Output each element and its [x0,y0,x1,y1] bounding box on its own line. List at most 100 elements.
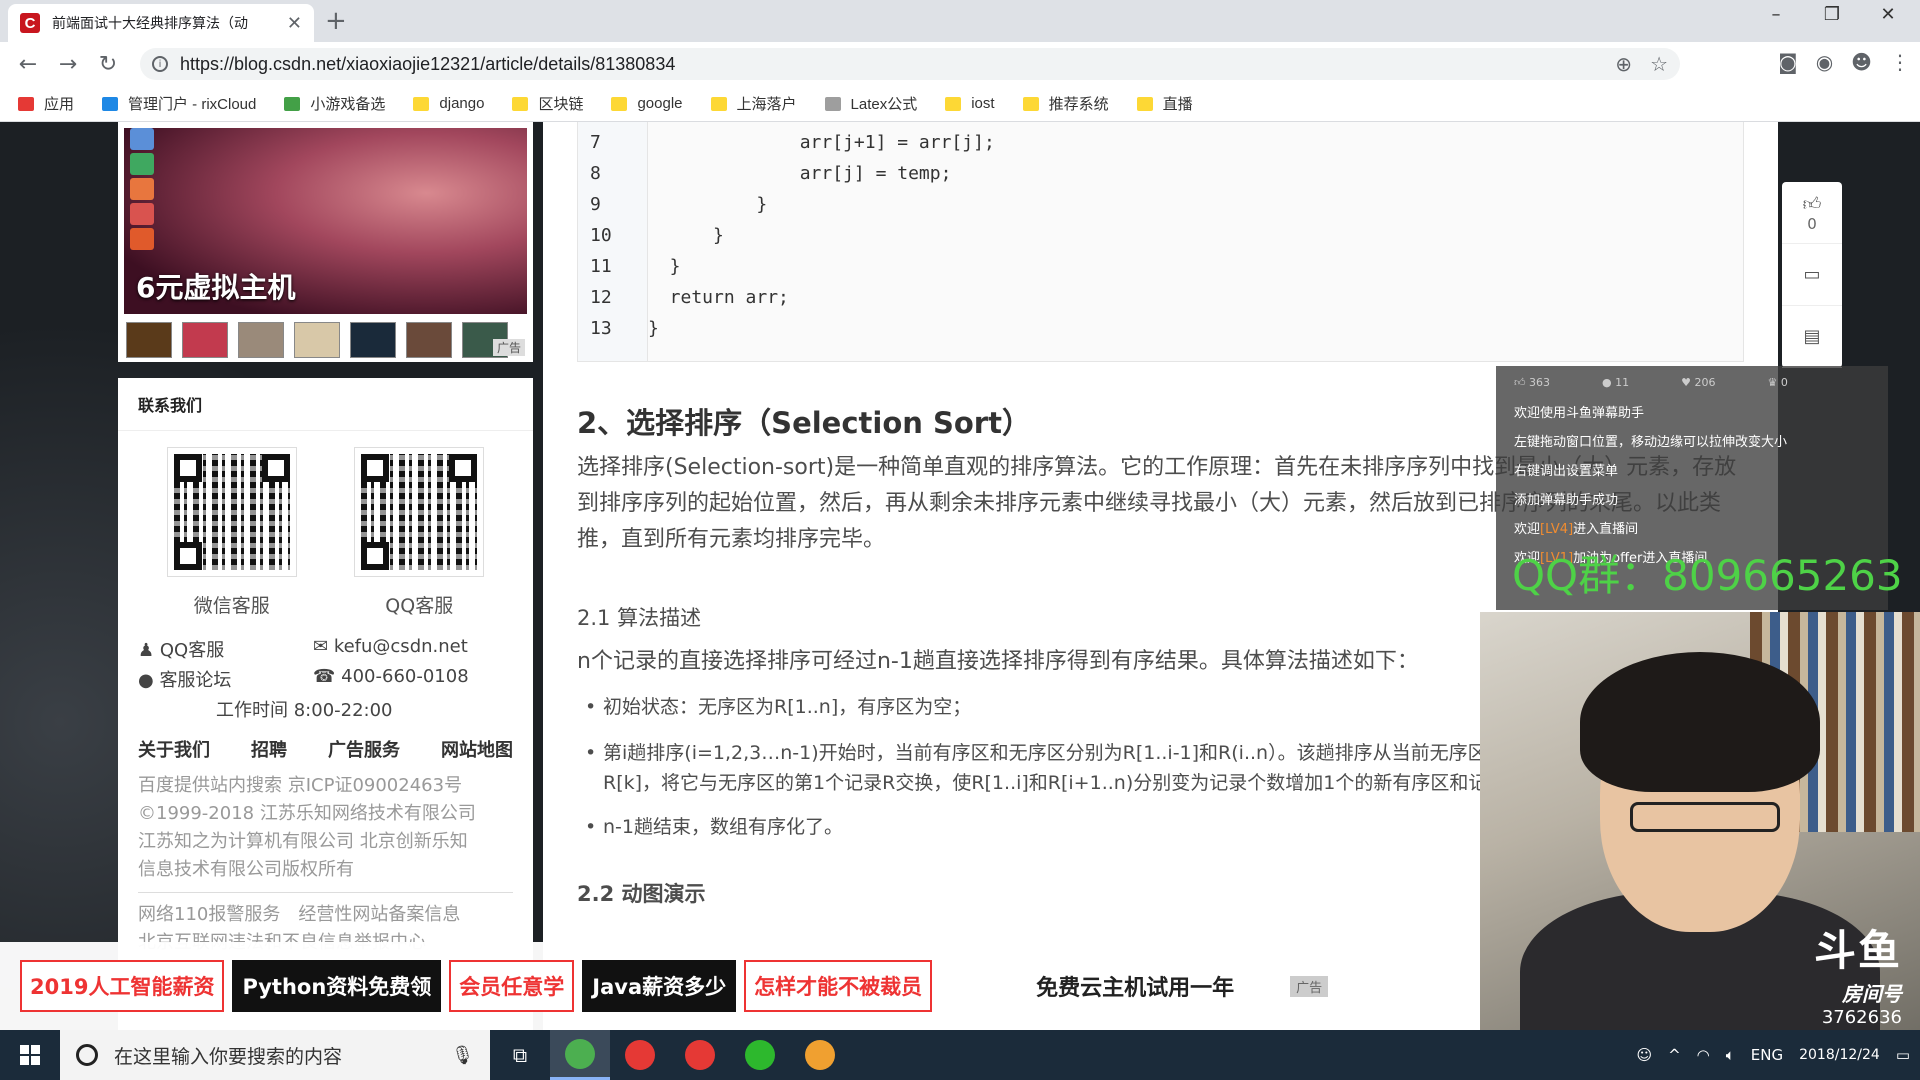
extension-icon[interactable]: ◉ [1816,50,1833,74]
thumbnail[interactable] [406,322,452,358]
about-link[interactable]: 关于我们 [138,736,210,762]
bookmark-item[interactable]: 管理门户 - rixCloud [102,93,256,114]
minimize-icon[interactable]: – [1748,4,1804,25]
microphone-icon[interactable]: 🎙︎ [451,1045,474,1066]
task-view-button[interactable]: ⧉ [490,1030,550,1080]
bookmark-item[interactable]: django [413,95,484,112]
wechat-qr-block: 微信客服 [162,447,302,618]
back-icon[interactable]: ← [8,52,48,77]
qq-service-link[interactable]: QQ客服 [160,640,224,661]
bookmark-item[interactable]: 直播 [1136,93,1193,114]
volume-icon[interactable]: 🔈︎ [1726,1046,1735,1064]
bookmark-item[interactable]: 推荐系统 [1022,93,1109,114]
site-info-icon[interactable]: i [152,56,168,72]
ad-link-layoff[interactable]: 怎样才能不被裁员 [744,960,933,1012]
qq-group-overlay: QQ群：809665263 [1512,551,1903,600]
profile-avatar-icon[interactable]: ☻ [1851,50,1872,74]
camera-extension-icon[interactable]: ◙ [1778,50,1797,74]
bookmark-item[interactable]: 小游戏备选 [284,93,385,114]
bookmark-item[interactable]: 应用 [18,93,74,114]
code-line: 10 } [578,221,724,251]
left-sidebar: 6元虚拟主机 广告 联系我们 微信客服 QQ客服 ♟ QQ客服 ✉ kefu@c… [118,122,533,1030]
maximize-icon[interactable]: ❐ [1804,4,1860,25]
menu-icon[interactable]: ⋮ [1890,50,1910,74]
ad-tag[interactable]: 广告 [492,339,525,356]
browser-tab[interactable]: C 前端面试十大经典排序算法（动 ✕ [8,4,314,42]
reload-icon[interactable]: ↻ [88,52,128,77]
ad-link-python[interactable]: Python资料免费领 [232,960,442,1012]
cortana-icon [76,1044,98,1066]
folder-icon [824,96,841,111]
app-icon [805,1040,835,1070]
notification-icon[interactable]: ▭ [1896,1046,1910,1064]
forum-icon: ● [138,670,160,691]
heart-icon-count: ♥ 206 [1681,376,1716,389]
sitemap-link[interactable]: 网站地图 [441,736,513,762]
ads-link[interactable]: 广告服务 [328,736,400,762]
bookmark-item[interactable]: iost [945,95,995,112]
taskbar-app-app[interactable] [790,1030,850,1080]
close-window-icon[interactable]: ✕ [1860,4,1916,25]
tab-strip: C 前端面试十大经典排序算法（动 ✕ + – ❐ ✕ [0,0,1920,42]
people-icon[interactable]: ☺ [1636,1046,1652,1064]
contact-panel: 联系我们 微信客服 QQ客服 ♟ QQ客服 ✉ kefu@csdn.net ● … [118,378,533,1030]
wifi-icon[interactable]: ◠ [1697,1046,1710,1064]
code-text: } [648,225,724,246]
ad-link-java-salary[interactable]: Java薪资多少 [582,960,737,1012]
folder-icon [284,96,301,111]
footer-links[interactable]: 网络110报警服务 经营性网站备案信息 [138,901,513,929]
url-text[interactable]: https://blog.csdn.net/xiaoxiaojie12321/a… [180,54,1597,75]
zoom-icon[interactable]: ⊕ [1615,52,1632,76]
bookmark-item[interactable]: 上海落户 [710,93,797,114]
thumbnail[interactable] [182,322,228,358]
close-tab-icon[interactable]: ✕ [287,13,302,34]
phone-icon: ☎ [313,666,342,687]
crown-icon-count: ♛ 0 [1767,376,1788,389]
start-button[interactable] [0,1030,60,1080]
douyu-logo: 斗鱼 [1813,926,1902,975]
bookmark-item[interactable]: google [611,95,683,112]
ad-link-ai-salary[interactable]: 2019人工智能薪资 [20,960,225,1012]
phone-number: 400-660-0108 [341,666,469,687]
toc-button[interactable]: ▤ [1782,306,1842,368]
thumbnail[interactable] [238,322,284,358]
comment-button[interactable]: ▭ [1782,244,1842,306]
forward-icon[interactable]: → [48,52,88,77]
ad-cloud-host[interactable]: 免费云主机试用一年 [1036,970,1234,1002]
ad-banner[interactable]: 6元虚拟主机 广告 [118,122,533,362]
thumbs-up-icon: 👍︎ [1802,193,1822,215]
email-link[interactable]: kefu@csdn.net [334,636,468,657]
tray-expand-icon[interactable]: ^ [1668,1046,1681,1064]
ad-image[interactable]: 6元虚拟主机 [124,128,527,314]
taskbar-app-weibo[interactable] [670,1030,730,1080]
taskbar-search[interactable]: 在这里输入你要搜索的内容 🎙︎ [60,1030,490,1080]
bookmark-label: 直播 [1162,96,1193,113]
room-number: 3762636 [1821,1007,1902,1028]
bookmark-label: 管理门户 - rixCloud [128,96,257,113]
search-placeholder[interactable]: 在这里输入你要搜索的内容 [114,1042,451,1069]
new-tab-icon[interactable]: + [325,6,347,36]
article-tools: 👍︎ 0 ▭ ▤ [1782,182,1842,368]
bookmark-item[interactable]: Latex公式 [824,93,918,114]
taskbar-app-wechat[interactable] [730,1030,790,1080]
section-heading: 2、选择排序（Selection Sort） [577,406,1031,440]
ad-link-membership[interactable]: 会员任意学 [449,960,575,1012]
bookmark-item[interactable]: 区块链 [512,93,583,114]
forum-link[interactable]: 客服论坛 [159,670,231,691]
like-button[interactable]: 👍︎ 0 [1782,182,1842,244]
taskbar-app-netease[interactable] [610,1030,670,1080]
jobs-link[interactable]: 招聘 [251,736,287,762]
weibo-icon [685,1040,715,1070]
thumbnail[interactable] [126,322,172,358]
bookmark-star-icon[interactable]: ☆ [1650,52,1668,76]
taskbar-app-chrome[interactable] [550,1030,610,1080]
ad-app-icons [130,128,154,253]
copyright-line: 江苏知之为计算机有限公司 北京创新乐知 [138,831,468,852]
bookmark-label: Latex公式 [850,96,918,113]
address-bar[interactable]: i https://blog.csdn.net/xiaoxiaojie12321… [140,48,1680,80]
clock[interactable]: 2018/12/24 [1799,1046,1880,1064]
language-indicator[interactable]: ENG [1751,1046,1783,1064]
code-line: 13} [578,314,659,344]
thumbnail[interactable] [294,322,340,358]
thumbnail[interactable] [350,322,396,358]
